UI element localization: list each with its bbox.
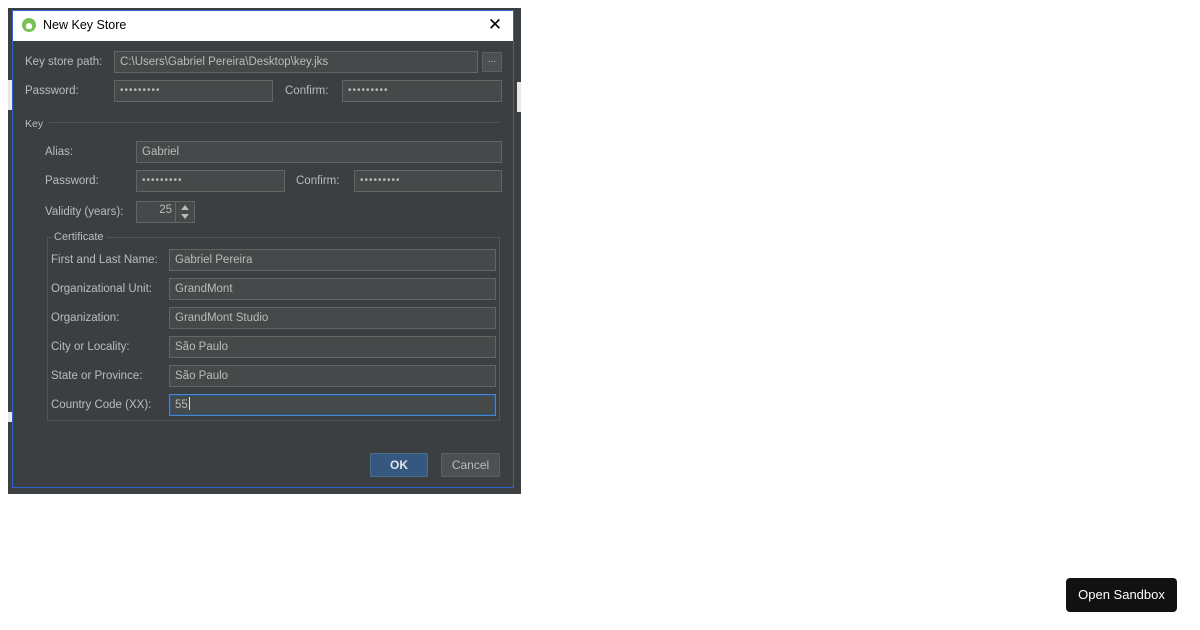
keystore-confirm-label: Confirm: bbox=[285, 85, 329, 97]
text-caret bbox=[188, 397, 190, 410]
chevron-down-icon[interactable] bbox=[181, 214, 189, 219]
ok-button[interactable]: OK bbox=[370, 453, 428, 477]
dialog-titlebar: New Key Store ✕ bbox=[13, 11, 513, 41]
cancel-button[interactable]: Cancel bbox=[441, 453, 500, 477]
browse-button[interactable]: ... bbox=[482, 52, 502, 72]
country-code-field[interactable]: 55 bbox=[169, 394, 496, 416]
validity-value: 25 bbox=[159, 204, 172, 216]
keystore-path-label: Key store path: bbox=[25, 56, 103, 68]
first-last-name-field[interactable]: Gabriel Pereira bbox=[169, 249, 496, 271]
key-section-label: Key bbox=[25, 118, 44, 130]
organizational-unit-label: Organizational Unit: bbox=[51, 283, 152, 295]
background-strip bbox=[517, 82, 521, 112]
key-confirm-label: Confirm: bbox=[296, 175, 340, 187]
organization-field[interactable]: GrandMont Studio bbox=[169, 307, 496, 329]
organization-label: Organization: bbox=[51, 312, 120, 324]
spinner-buttons bbox=[175, 202, 194, 222]
keystore-confirm-field[interactable]: ••••••••• bbox=[342, 80, 502, 102]
new-key-store-dialog: New Key Store ✕ Key store path: C:\Users… bbox=[12, 10, 514, 488]
key-password-label: Password: bbox=[45, 175, 99, 187]
certificate-group-title: Certificate bbox=[52, 231, 106, 243]
country-code-label: Country Code (XX): bbox=[51, 399, 152, 411]
country-code-value: 55 bbox=[175, 399, 188, 411]
chevron-up-icon[interactable] bbox=[181, 205, 189, 210]
key-password-field[interactable]: ••••••••• bbox=[136, 170, 285, 192]
organizational-unit-field[interactable]: GrandMont bbox=[169, 278, 496, 300]
validity-label: Validity (years): bbox=[45, 206, 124, 218]
validity-spinner[interactable]: 25 bbox=[136, 201, 195, 223]
keystore-password-label: Password: bbox=[25, 85, 79, 97]
state-province-label: State or Province: bbox=[51, 370, 143, 382]
key-section-divider bbox=[49, 122, 499, 123]
key-confirm-field[interactable]: ••••••••• bbox=[354, 170, 502, 192]
city-locality-field[interactable]: São Paulo bbox=[169, 336, 496, 358]
alias-field[interactable]: Gabriel bbox=[136, 141, 502, 163]
city-locality-label: City or Locality: bbox=[51, 341, 130, 353]
android-studio-icon bbox=[22, 18, 36, 32]
keystore-password-field[interactable]: ••••••••• bbox=[114, 80, 273, 102]
state-province-field[interactable]: São Paulo bbox=[169, 365, 496, 387]
dialog-title: New Key Store bbox=[43, 18, 127, 32]
keystore-path-field[interactable]: C:\Users\Gabriel Pereira\Desktop\key.jks bbox=[114, 51, 478, 73]
alias-label: Alias: bbox=[45, 146, 74, 158]
first-last-name-label: First and Last Name: bbox=[51, 254, 158, 266]
open-sandbox-button[interactable]: Open Sandbox bbox=[1066, 578, 1177, 612]
close-icon[interactable]: ✕ bbox=[485, 15, 505, 35]
